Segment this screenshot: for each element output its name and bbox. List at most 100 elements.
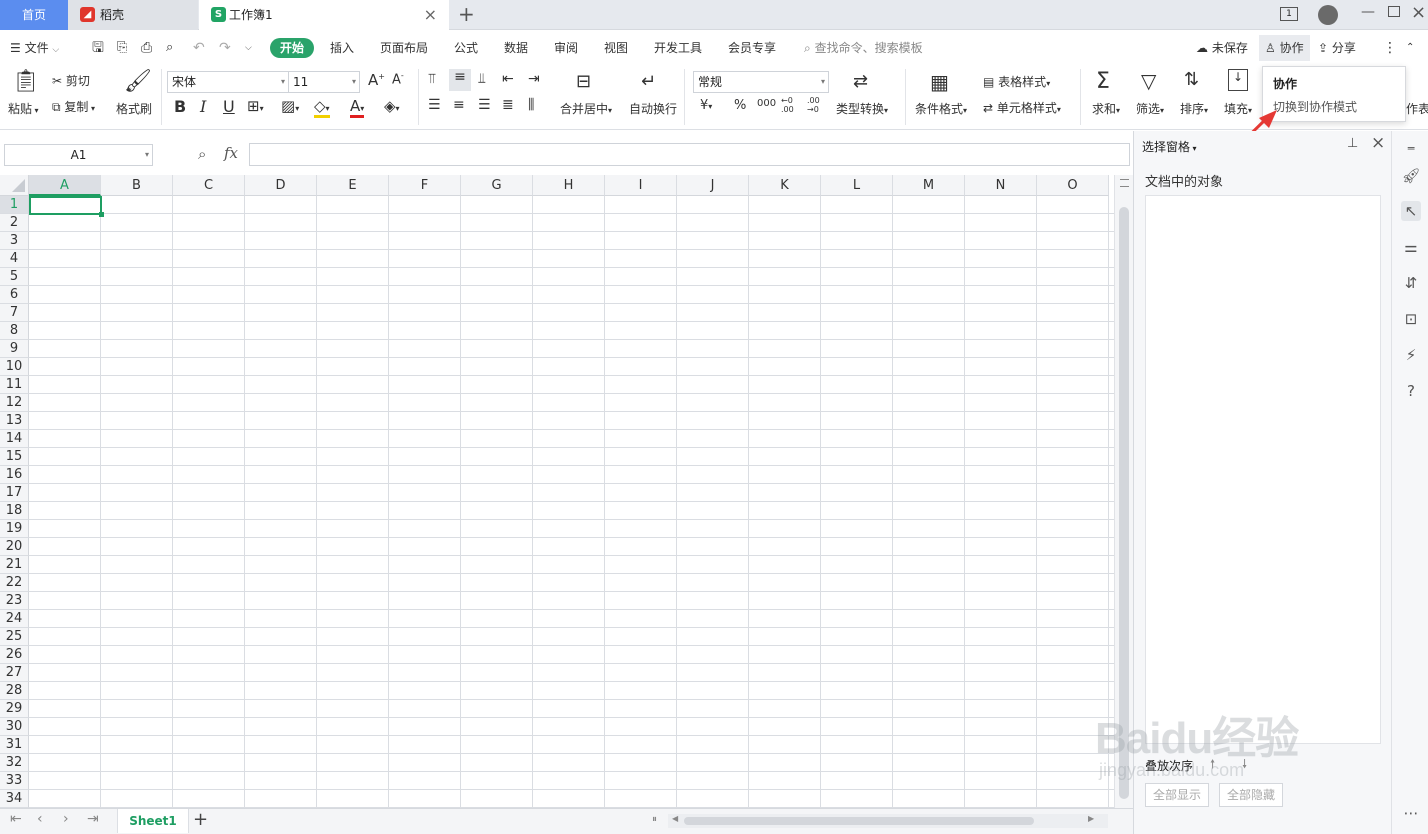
window-count-icon[interactable]: 1 [1280,7,1298,21]
increase-indent-icon[interactable]: ⇥ [528,71,540,87]
clear-icon[interactable]: ◈▾ [384,97,400,115]
row-header-2[interactable]: 2 [0,214,29,232]
export-pdf-icon[interactable]: ⎘ [117,38,127,58]
column-header-a[interactable]: A [29,175,101,196]
prev-sheet-icon[interactable]: ‹ [37,811,43,827]
column-header-f[interactable]: F [389,175,461,196]
fill-pattern-icon[interactable]: ▨▾ [281,97,299,115]
close-pane-icon[interactable]: × [1371,133,1385,153]
column-header-n[interactable]: N [965,175,1037,196]
select-all-corner[interactable] [0,175,29,196]
tab-workbook[interactable]: S 工作簿1 × [199,0,449,30]
selected-cell[interactable] [29,196,102,215]
sheet-tab-sheet1[interactable]: Sheet1 [117,809,189,833]
h-scroll-thumb[interactable] [684,817,1034,825]
close-tab-icon[interactable]: × [424,0,437,30]
column-header-i[interactable]: I [605,175,677,196]
column-header-d[interactable]: D [245,175,317,196]
row-header-31[interactable]: 31 [0,736,29,754]
user-avatar[interactable] [1318,5,1338,25]
sort-button[interactable]: 排序▾ [1180,100,1208,117]
column-header-g[interactable]: G [461,175,533,196]
first-sheet-icon[interactable]: ⇤ [10,811,22,827]
type-convert-button[interactable]: 类型转换▾ [836,100,888,117]
table-style-button[interactable]: ▤ 表格样式▾ [983,73,1050,90]
tab-formulas[interactable]: 公式 [454,38,478,58]
fill-color-icon[interactable]: ◇▾ [314,97,330,118]
column-header-e[interactable]: E [317,175,389,196]
row-header-25[interactable]: 25 [0,628,29,646]
file-menu[interactable]: ☰ 文件 ⌵ [10,38,59,58]
row-header-10[interactable]: 10 [0,358,29,376]
row-header-20[interactable]: 20 [0,538,29,556]
cell-style-button[interactable]: ⇄ 单元格样式▾ [983,99,1061,116]
increase-decimal-button[interactable]: ←0 .00 [781,96,801,114]
row-header-21[interactable]: 21 [0,556,29,574]
filter-button[interactable]: 筛选▾ [1136,100,1164,117]
scroll-right-icon[interactable]: ▶ [1088,814,1094,823]
row-header-11[interactable]: 11 [0,376,29,394]
row-header-29[interactable]: 29 [0,700,29,718]
bold-button[interactable]: B [174,97,186,116]
format-painter-button[interactable]: 格式刷 [116,100,152,117]
align-left-icon[interactable]: ☰ [428,97,441,113]
row-header-15[interactable]: 15 [0,448,29,466]
command-search[interactable]: ⌕ 查找命令、搜索模板 [804,38,923,58]
collab-button[interactable]: ♙ 协作 [1259,35,1310,61]
align-right-icon[interactable]: ☰ [478,97,491,113]
row-header-4[interactable]: 4 [0,250,29,268]
save-icon[interactable]: 🖫 [92,38,104,58]
row-header-19[interactable]: 19 [0,520,29,538]
properties-icon[interactable]: ⚌ [1401,237,1421,257]
show-all-button[interactable]: 全部显示 [1145,783,1209,807]
collapse-ribbon-icon[interactable]: ⌃ [1406,38,1414,58]
number-format-select[interactable]: 常规 ▾ [693,71,829,93]
help-icon[interactable]: ? [1401,381,1421,401]
freeze-split-icon[interactable] [1120,179,1129,187]
name-box[interactable]: A1 ▾ [4,144,153,166]
spreadsheet-grid[interactable]: ABCDEFGHIJKLMNO 1 2 3 4 5 6 7 8 9 10 11 12 13 14 15 16 1… [0,175,1114,808]
transform-icon[interactable]: ⇵ [1401,273,1421,293]
font-size-select[interactable]: 11 ▾ [288,71,360,93]
percent-button[interactable]: % [734,98,746,113]
minimize-icon[interactable]: — [1361,4,1375,20]
wrap-text-button[interactable]: 自动换行 [629,100,677,117]
column-header-o[interactable]: O [1037,175,1109,196]
row-header-3[interactable]: 3 [0,232,29,250]
row-header-13[interactable]: 13 [0,412,29,430]
merge-center-button[interactable]: 合并居中▾ [560,100,612,117]
align-middle-icon[interactable]: ≡ [449,69,471,91]
pane-title[interactable]: 选择窗格 ▾ [1142,138,1197,155]
column-header-c[interactable]: C [173,175,245,196]
more-options-icon[interactable]: ⋮ [1383,38,1397,58]
rocket-icon[interactable]: 🚀︎ [1401,166,1421,186]
redo-icon[interactable]: ↷ [219,38,231,58]
row-header-14[interactable]: 14 [0,430,29,448]
column-header-l[interactable]: L [821,175,893,196]
tab-view[interactable]: 视图 [604,38,628,58]
row-header-22[interactable]: 22 [0,574,29,592]
restore-icon[interactable] [1388,6,1400,17]
row-header-18[interactable]: 18 [0,502,29,520]
row-header-17[interactable]: 17 [0,484,29,502]
cursor-select-icon[interactable]: ↖ [1401,201,1421,221]
row-header-24[interactable]: 24 [0,610,29,628]
column-header-k[interactable]: K [749,175,821,196]
more-tools-icon[interactable]: ⋯ [1401,803,1421,823]
horizontal-scrollbar[interactable]: ◀ ▶ [668,814,1108,828]
align-center-icon[interactable]: ≡ [453,97,465,113]
font-name-select[interactable]: 宋体 ▾ [167,71,289,93]
column-header-m[interactable]: M [893,175,965,196]
increase-font-icon[interactable]: A+ [368,71,385,89]
objects-list[interactable] [1145,195,1381,744]
row-header-5[interactable]: 5 [0,268,29,286]
new-tab-button[interactable]: + [458,2,475,26]
cut-button[interactable]: ✂ 剪切 [52,72,90,89]
pin-icon[interactable]: ⊥ [1347,136,1358,151]
row-header-9[interactable]: 9 [0,340,29,358]
flash-icon[interactable]: ⚡︎ [1401,345,1421,365]
tab-insert[interactable]: 插入 [330,38,354,58]
tab-page-layout[interactable]: 页面布局 [380,38,428,58]
h-split-handle[interactable]: ⏸ [652,814,657,825]
column-header-j[interactable]: J [677,175,749,196]
